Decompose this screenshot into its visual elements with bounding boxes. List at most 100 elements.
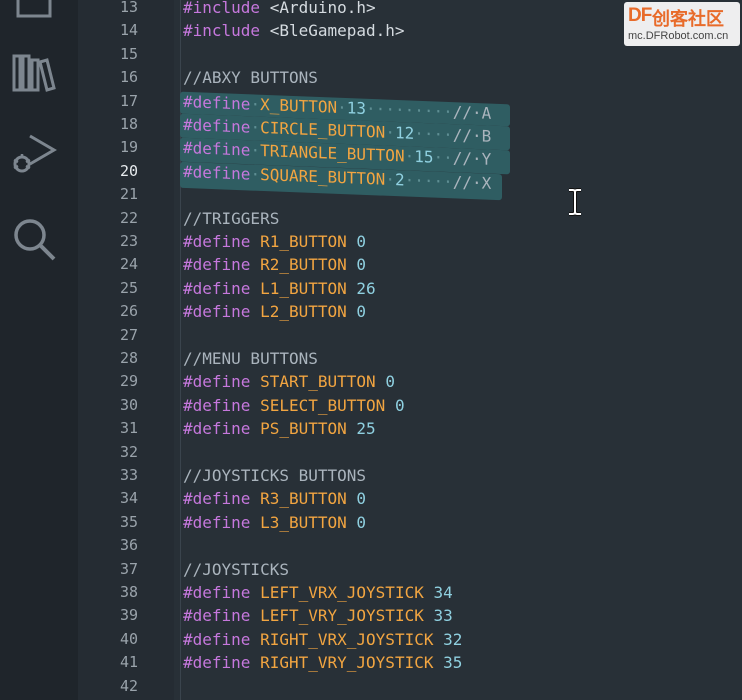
code-token: #define [183, 115, 251, 137]
code-token: 35 [443, 653, 463, 673]
code-token: //TRIGGERS [183, 208, 280, 228]
code-line[interactable]: //MENU BUTTONS [183, 347, 318, 370]
code-line[interactable]: #define SELECT_BUTTON 0 [183, 394, 405, 417]
code-token: SELECT_BUTTON [260, 395, 386, 415]
code-token: #define [183, 583, 251, 602]
library-icon[interactable] [10, 50, 58, 98]
code-line[interactable]: //TRIGGERS [183, 207, 279, 230]
code-token: 34 [433, 583, 453, 602]
code-line[interactable]: #define LEFT_VRX_JOYSTICK 34 [183, 581, 453, 604]
code-line[interactable]: #define START_BUTTON 0 [183, 370, 395, 393]
code-line[interactable]: //JOYSTICKS BUTTONS [183, 464, 366, 487]
code-token: LEFT_VRX_JOYSTICK [260, 583, 424, 602]
line-number: 24 [119, 255, 138, 274]
code-token: START_BUTTON [260, 372, 376, 392]
code-token: //JOYSTICKS [183, 559, 289, 579]
line-number: 40 [119, 629, 138, 648]
code-token: #define [183, 232, 251, 251]
code-token: #define [183, 489, 251, 509]
code-token: PS_BUTTON [260, 419, 347, 439]
code-token: 0 [356, 232, 367, 251]
code-token: ·· [433, 148, 453, 168]
code-token: //·Y [452, 148, 492, 170]
line-number: 25 [119, 278, 138, 297]
line-number: 32 [119, 442, 138, 461]
line-number: 15 [119, 44, 138, 63]
code-line[interactable]: #define L3_BUTTON 0 [183, 511, 366, 534]
watermark-url: mc.DFRobot.com.cn [628, 30, 729, 42]
code-line[interactable]: #define RIGHT_VRX_JOYSTICK 32 [183, 628, 462, 651]
code-token: 33 [433, 606, 453, 626]
search-icon[interactable] [10, 215, 58, 263]
code-token: //·A [452, 101, 492, 123]
code-token: R1_BUTTON [260, 232, 347, 251]
code-line[interactable]: #define L1_BUTTON 26 [183, 277, 376, 300]
code-token: 25 [356, 419, 376, 439]
explorer-icon[interactable] [10, 0, 58, 26]
line-number: 14 [119, 21, 138, 40]
line-number: 38 [119, 583, 138, 601]
code-line[interactable]: //JOYSTICKS [183, 558, 289, 581]
watermark-name: 创客社区 [652, 9, 724, 30]
code-token: ····· [404, 170, 453, 192]
line-number: 22 [119, 208, 138, 227]
run-debug-icon[interactable] [10, 130, 58, 178]
code-line[interactable]: #include <BleGamepad.h> [183, 19, 405, 42]
code-token: ········· [366, 98, 453, 121]
text-cursor-icon [566, 188, 584, 216]
code-token: #define [183, 419, 251, 439]
line-number: 30 [119, 395, 138, 414]
code-token: · [250, 94, 261, 114]
code-token: #define [183, 255, 251, 275]
code-token: #define [183, 302, 251, 322]
code-token: · [404, 146, 415, 167]
code-token: 0 [385, 372, 395, 392]
line-number: 41 [119, 653, 138, 672]
code-token: 26 [356, 278, 376, 298]
code-token: TRIANGLE_BUTTON [260, 141, 405, 166]
code-token: ···· [414, 123, 453, 145]
code-token: #define [183, 512, 251, 532]
code-line[interactable]: #define RIGHT_VRY_JOYSTICK 35 [183, 651, 462, 674]
line-number: 20 [119, 161, 138, 180]
code-line[interactable]: #define R3_BUTTON 0 [183, 487, 366, 510]
code-token: #include [183, 0, 261, 17]
code-line[interactable]: #define PS_BUTTON 25 [183, 417, 376, 440]
code-line[interactable]: #include <Arduino.h> [183, 0, 376, 19]
code-token: X_BUTTON [260, 94, 338, 117]
code-token: L2_BUTTON [260, 302, 347, 322]
code-line[interactable]: #define LEFT_VRY_JOYSTICK 33 [183, 604, 453, 627]
code-token: 2 [394, 169, 405, 190]
code-token: //·B [452, 125, 492, 146]
code-token: <BleGamepad.h> [260, 21, 405, 41]
code-line[interactable]: #define L2_BUTTON 0 [183, 300, 366, 323]
code-line[interactable]: //ABXY BUTTONS [183, 66, 318, 89]
code-token: RIGHT_VRY_JOYSTICK [260, 653, 434, 673]
line-number: 23 [119, 232, 138, 250]
code-line[interactable]: #define R2_BUTTON 0 [183, 253, 366, 276]
line-number: 13 [119, 0, 138, 16]
line-number: 28 [119, 349, 138, 367]
code-line[interactable]: #define R1_BUTTON 0 [183, 230, 366, 253]
code-token: 32 [443, 629, 463, 649]
code-token: 13 [346, 97, 367, 118]
